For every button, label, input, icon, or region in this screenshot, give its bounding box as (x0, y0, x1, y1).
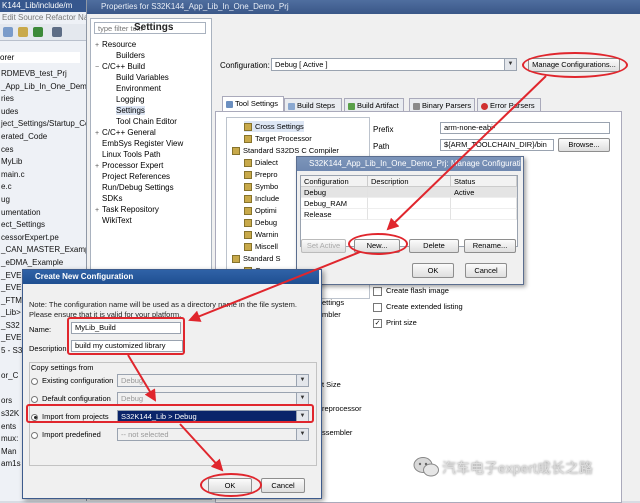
watermark: 汽车电子expert成长之路 (442, 460, 593, 476)
wechat-icon (413, 457, 439, 477)
arrow (127, 354, 157, 402)
arrow (179, 423, 224, 472)
arrow (386, 75, 547, 231)
arrow (188, 251, 361, 322)
annotation-arrows (127, 75, 547, 472)
